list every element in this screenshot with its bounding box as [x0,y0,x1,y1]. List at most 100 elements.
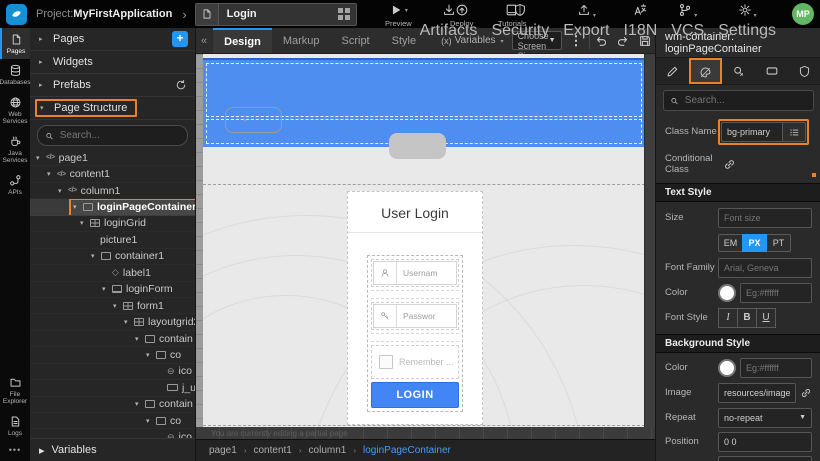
rail-item-logs[interactable]: Logs [0,410,30,441]
image-link-icon[interactable] [800,387,812,399]
tree-item-container[interactable]: ▾co [30,347,195,363]
caret-down-icon[interactable]: ▾ [146,417,155,425]
structure-search[interactable] [37,125,188,146]
font-family-input[interactable] [718,258,812,278]
rail-item-file-explorer[interactable]: File Explorer [0,371,30,410]
bg-repeat-select[interactable]: no-repeat ▼ [718,408,812,428]
breadcrumb-loginpagecontainer[interactable]: loginPageContainer [363,445,451,456]
caret-down-icon[interactable]: ▾ [113,302,122,310]
artifacts-button[interactable]: Artifacts [420,3,478,40]
text-color-swatch[interactable] [718,284,736,302]
tree-item-layoutgrid2[interactable]: ▾layoutgrid2 [30,314,195,330]
tab-properties[interactable] [656,58,689,84]
refresh-icon[interactable] [175,79,187,91]
tree-item-page1[interactable]: ▾</>page1 [30,150,195,166]
tab-script[interactable]: Script [331,28,381,53]
tree-item-form1[interactable]: ▾form1 [30,298,195,314]
section-page-structure[interactable]: ▾ Page Structure [30,97,195,120]
caret-down-icon[interactable]: ▾ [91,252,100,260]
caret-down-icon[interactable]: ▾ [47,170,56,178]
caret-down-icon[interactable]: ▾ [73,203,82,211]
tab-design[interactable]: Design [213,28,272,53]
underline-button[interactable]: U [756,308,776,328]
bg-color-swatch[interactable] [718,359,736,377]
tree-item-icon[interactable]: ⊖ico [30,429,195,438]
tree-item-container1[interactable]: ▾container1 [30,249,195,265]
login-form[interactable]: Usernam Passwor Remember ... [367,255,463,412]
caret-down-icon[interactable]: ▾ [102,285,111,293]
tab-events[interactable] [722,58,755,84]
rail-item-databases[interactable]: Databases [0,59,30,90]
password-field[interactable]: Passwor [373,304,457,328]
tab-markup[interactable]: Markup [272,28,331,53]
remember-checkbox[interactable] [379,355,393,369]
class-list-button[interactable] [783,122,806,142]
text-color-input[interactable] [740,283,812,303]
bg-size-input[interactable] [718,456,812,461]
i18n-button[interactable]: I18N [623,3,657,40]
caret-down-icon[interactable]: ▾ [80,219,89,227]
collapse-left-panel-button[interactable]: « [195,35,213,47]
class-name-input[interactable] [721,122,783,142]
more-options-icon[interactable]: ••• [0,441,30,461]
tree-item-label1[interactable]: ◇label1 [30,265,195,281]
rail-item-pages[interactable]: Pages [0,28,30,59]
caret-down-icon[interactable]: ▾ [135,335,144,343]
properties-search-input[interactable] [683,94,807,107]
breadcrumb-content1[interactable]: content1 [253,445,291,456]
tree-item-container[interactable]: ▾contain [30,397,195,413]
page-tab-login[interactable]: Login [195,3,357,26]
grid-view-icon[interactable] [338,8,343,13]
section-variables[interactable]: ▸ Variables [30,438,195,461]
section-prefabs[interactable]: ▸ Prefabs [30,74,195,97]
structure-search-input[interactable] [58,129,180,142]
vcs-button[interactable]: ▾ VCS [671,3,704,40]
add-page-button[interactable]: + [172,31,188,47]
tree-item-loginpagecontainer[interactable]: ▾loginPageContainer [30,199,195,215]
tree-item-picture1[interactable]: picture1 [30,232,195,248]
bg-color-input[interactable] [740,358,812,378]
tree-item-logingrid[interactable]: ▾loginGrid [30,216,195,232]
bold-button[interactable]: B [737,308,757,328]
wavemaker-logo-icon[interactable] [6,4,27,25]
section-pages[interactable]: ▸ Pages + [30,28,195,51]
breadcrumb-column1[interactable]: column1 [309,445,347,456]
unit-em-button[interactable]: EM [718,234,743,252]
caret-down-icon[interactable]: ▾ [124,318,133,326]
breadcrumb-page1[interactable]: page1 [209,445,237,456]
settings-button[interactable]: ▾ Settings [718,3,776,40]
link-icon[interactable] [723,158,736,171]
picture1-placeholder[interactable] [389,133,446,159]
font-size-input[interactable] [718,208,812,228]
tab-styles[interactable] [689,58,722,84]
user-avatar[interactable]: MP [792,3,814,25]
caret-down-icon[interactable]: ▾ [135,400,144,408]
unit-pt-button[interactable]: PT [766,234,791,252]
rail-item-java-services[interactable]: Java Services [0,130,30,169]
preview-button[interactable]: ▾ Preview [385,3,412,28]
login-button[interactable]: LOGIN [371,382,459,408]
tab-security[interactable] [788,58,820,84]
caret-down-icon[interactable]: ▾ [146,351,155,359]
tree-item-icon[interactable]: ⊖ico [30,364,195,380]
canvas-vertical-scrollbar[interactable] [644,54,655,427]
export-button[interactable]: ▾ Export [563,3,609,40]
bg-image-input[interactable] [718,383,796,403]
tab-device[interactable] [755,58,788,84]
security-button[interactable]: Security [491,3,549,40]
unit-px-button[interactable]: PX [742,234,767,252]
tree-item-loginform[interactable]: ▾loginForm [30,282,195,298]
tree-item-content1[interactable]: ▾</>content1 [30,166,195,182]
italic-button[interactable]: I [718,308,738,328]
tree-item-container[interactable]: ▾contain [30,331,195,347]
remember-me-row[interactable]: Remember ... [371,345,459,379]
section-widgets[interactable]: ▸ Widgets [30,51,195,74]
caret-down-icon[interactable]: ▾ [58,187,67,195]
tree-item-input[interactable]: j_u [30,380,195,396]
properties-search[interactable] [663,90,814,111]
username-field[interactable]: Usernam [373,261,457,285]
tree-item-column1[interactable]: ▾</>column1 [30,183,195,199]
login-card[interactable]: User Login Usernam Passwor [347,191,483,425]
caret-down-icon[interactable]: ▾ [36,154,45,162]
rail-item-apis[interactable]: APIs [0,169,30,200]
